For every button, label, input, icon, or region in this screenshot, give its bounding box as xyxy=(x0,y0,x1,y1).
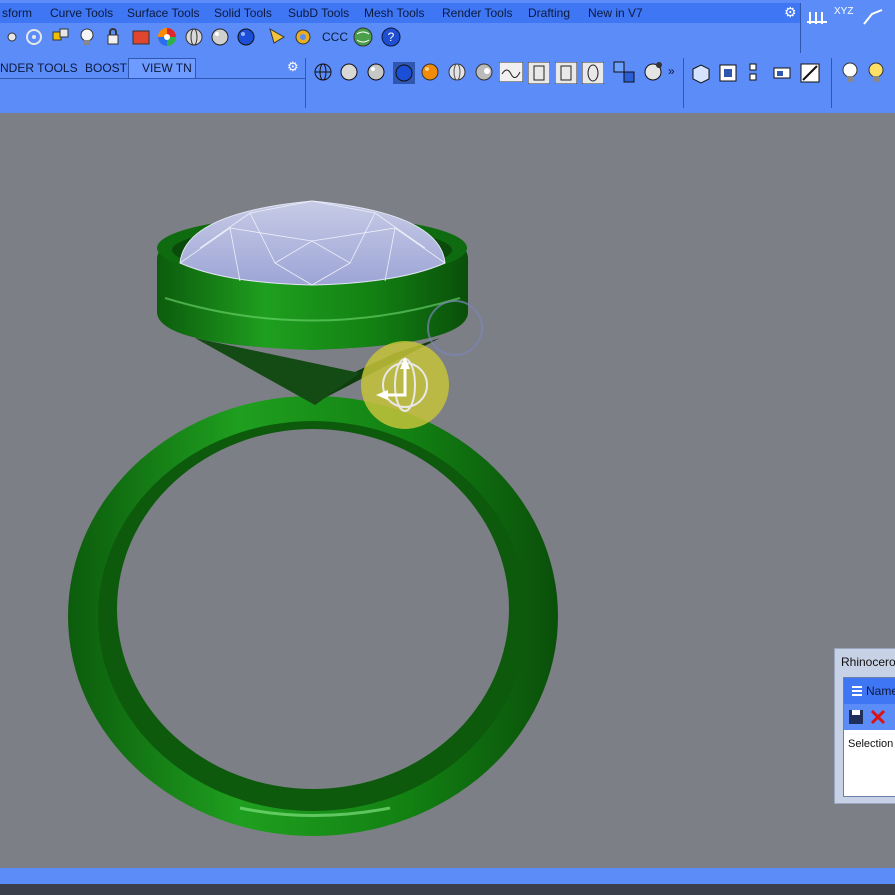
point-tool-icon[interactable] xyxy=(4,28,20,46)
gear-options-icon[interactable] xyxy=(292,26,314,48)
curve-tool-icon[interactable] xyxy=(862,6,886,28)
rendered-view-icon[interactable] xyxy=(366,62,386,82)
globe-settings-icon[interactable] xyxy=(642,60,666,84)
wireframe-globe-icon[interactable] xyxy=(313,62,333,82)
maximize-view-icon[interactable] xyxy=(799,62,821,84)
artistic-view-icon[interactable] xyxy=(499,62,523,82)
technical-view-icon[interactable] xyxy=(555,62,577,84)
tab-render-tools[interactable]: NDER TOOLS xyxy=(0,61,78,75)
menu-tab-subd-tools[interactable]: SubD Tools xyxy=(288,6,349,20)
light-bulb-on-icon[interactable] xyxy=(866,61,886,85)
frame-view-icon[interactable] xyxy=(717,62,739,84)
tab-strip-divider xyxy=(0,78,305,79)
menu-settings-gear-icon[interactable]: ⚙ xyxy=(784,4,797,21)
vertical-split-icon[interactable] xyxy=(745,62,761,84)
render-sphere-icon[interactable] xyxy=(210,27,230,47)
circle-tool-icon[interactable] xyxy=(24,27,46,47)
tab-strip: NDER TOOLS BOOST VIEW TN ⚙ xyxy=(0,58,305,80)
ring-shank-hole xyxy=(117,429,509,789)
taskbar-strip xyxy=(0,884,895,895)
toolbar-divider xyxy=(683,58,684,108)
rhinoceros-panel: Rhinoceros Name Selection xyxy=(834,648,895,804)
blue-render-view-icon[interactable] xyxy=(393,62,415,84)
menu-tab-surface-tools[interactable]: Surface Tools xyxy=(127,6,200,20)
toolbar-divider xyxy=(800,3,801,53)
orange-sphere-icon[interactable] xyxy=(420,62,440,82)
menu-bar: sform Curve Tools Surface Tools Solid To… xyxy=(0,3,800,23)
tab-boost[interactable]: BOOST xyxy=(85,61,127,75)
menu-tab-transform[interactable]: sform xyxy=(2,6,32,20)
named-list-icon[interactable] xyxy=(848,683,864,699)
light-bulb-off-icon[interactable] xyxy=(840,61,860,85)
ghosted-view-icon[interactable] xyxy=(447,62,467,82)
shaded-view-icon[interactable] xyxy=(339,62,359,82)
save-icon[interactable] xyxy=(848,709,864,725)
perspective-viewport[interactable] xyxy=(0,113,895,868)
toolbar-divider xyxy=(305,58,306,108)
tab-settings-gear-icon[interactable]: ⚙ xyxy=(287,59,299,75)
pen-view-icon[interactable] xyxy=(528,62,550,84)
color-wheel-icon[interactable] xyxy=(156,26,178,48)
spotlight-icon[interactable] xyxy=(266,25,288,47)
selection-label[interactable]: Selection xyxy=(848,738,893,750)
window-view-icon[interactable] xyxy=(771,62,793,84)
layer-cubes-icon[interactable] xyxy=(612,60,636,84)
light-bulb-icon[interactable] xyxy=(78,27,96,47)
menu-tab-curve-tools[interactable]: Curve Tools xyxy=(50,6,113,20)
blue-sphere-icon[interactable] xyxy=(236,27,256,47)
menu-tab-render-tools[interactable]: Render Tools xyxy=(442,6,513,20)
xyz-label[interactable]: XYZ xyxy=(834,6,853,17)
svg-text:?: ? xyxy=(388,30,395,44)
delete-icon[interactable] xyxy=(870,709,886,725)
grid-bars-icon[interactable] xyxy=(806,6,830,28)
box-view-icon[interactable] xyxy=(690,62,712,84)
material-icon[interactable] xyxy=(130,27,152,47)
panel-tab-name[interactable]: Name xyxy=(866,684,895,698)
osnap-tool-icon[interactable] xyxy=(50,27,72,47)
xray-view-icon[interactable] xyxy=(474,62,494,82)
status-bar xyxy=(0,868,895,895)
shaded-sphere-icon[interactable] xyxy=(184,27,204,47)
lock-icon[interactable] xyxy=(104,27,122,47)
panel-title: Rhinoceros xyxy=(841,655,895,669)
toolbar-divider xyxy=(831,58,832,108)
globe-icon[interactable] xyxy=(352,26,374,48)
monochrome-view-icon[interactable] xyxy=(582,62,604,84)
menu-tab-drafting[interactable]: Drafting xyxy=(528,6,570,20)
overflow-chevron-icon[interactable]: » xyxy=(668,64,675,78)
panel-body: Name Selection xyxy=(843,677,895,797)
ring-model[interactable] xyxy=(0,113,895,868)
toolbar-area: sform Curve Tools Surface Tools Solid To… xyxy=(0,0,895,113)
menu-tab-solid-tools[interactable]: Solid Tools xyxy=(214,6,272,20)
gem-crown xyxy=(179,200,446,286)
menu-tab-mesh-tools[interactable]: Mesh Tools xyxy=(364,6,424,20)
help-icon[interactable]: ? xyxy=(380,26,402,48)
ccc-label[interactable]: CCC xyxy=(322,30,348,44)
tab-view-tn[interactable]: VIEW TN xyxy=(142,61,192,75)
menu-tab-new-in-v7[interactable]: New in V7 xyxy=(588,6,643,20)
